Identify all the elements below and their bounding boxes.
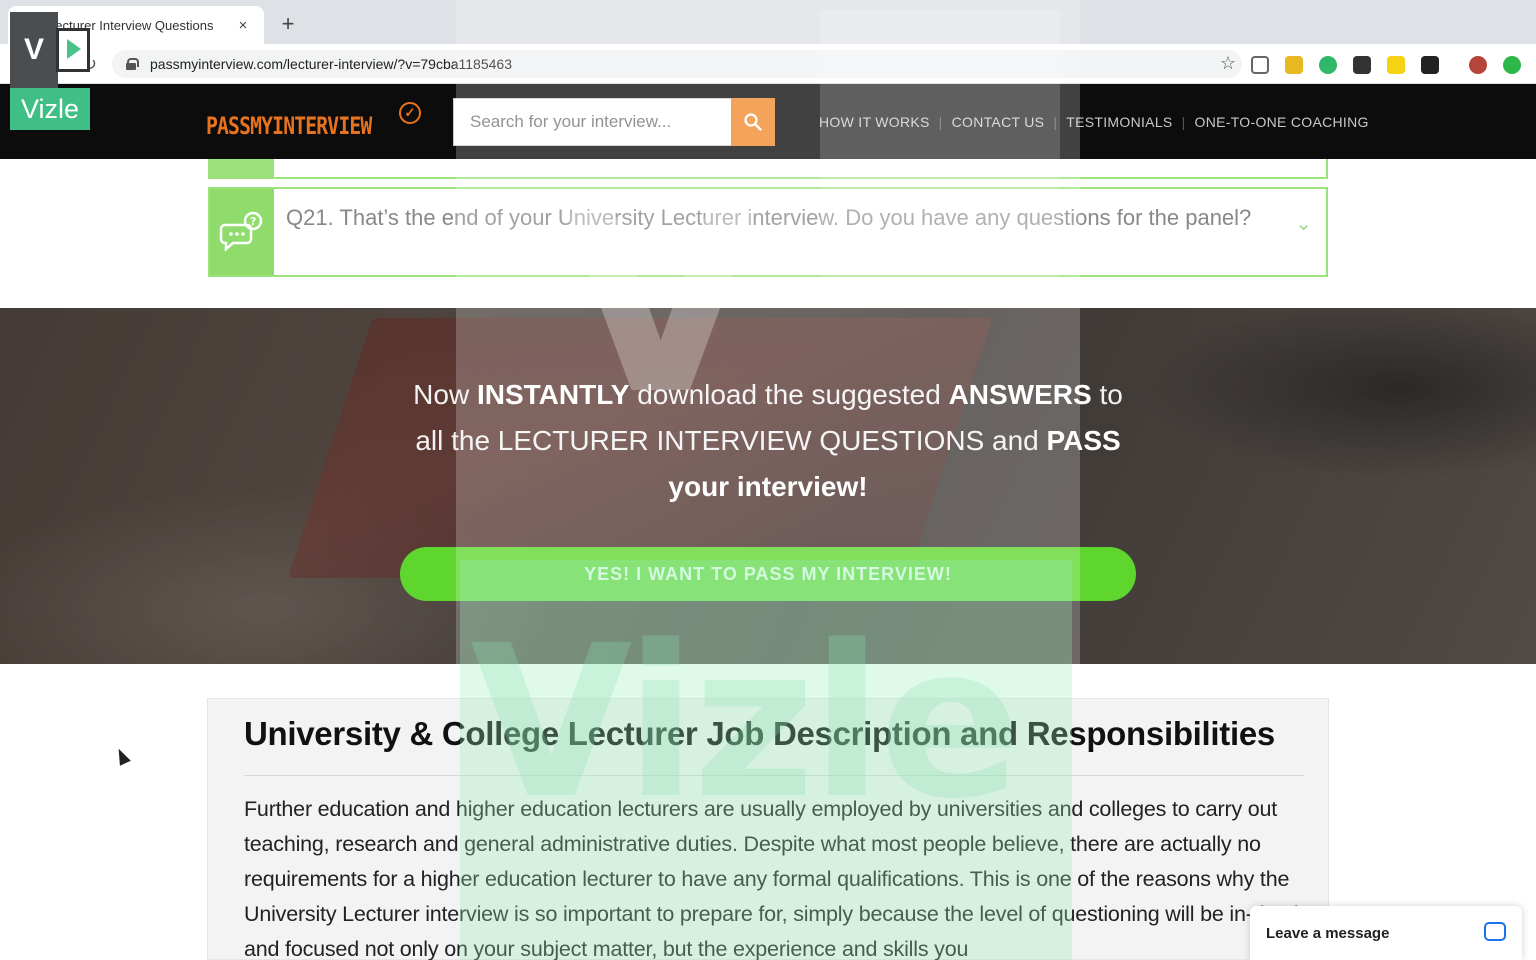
browser-address-bar: ↻ passmyinterview.com/lecturer-interview…	[0, 44, 1536, 84]
svg-text:?: ?	[250, 215, 256, 228]
vizle-badge-letter: V	[10, 12, 58, 90]
interview-search-input[interactable]	[453, 98, 733, 146]
nav-how-it-works[interactable]: HOW IT WORKS	[810, 114, 939, 130]
camera-extension-icon[interactable]	[1251, 56, 1269, 74]
mouse-cursor-icon	[113, 746, 131, 766]
bookmark-star-icon[interactable]: ☆	[1220, 53, 1236, 74]
browser-tab-bar: Lecturer Interview Questions × +	[0, 0, 1536, 44]
leave-message-widget[interactable]: Leave a message	[1250, 906, 1522, 960]
tab-close-icon[interactable]: ×	[234, 17, 252, 34]
vizle-badge-text: Vizle	[10, 88, 90, 130]
search-icon	[744, 113, 762, 131]
faq-icon-box: ?	[210, 189, 274, 275]
mail-extension-icon[interactable]	[1353, 56, 1371, 74]
power-extension-icon[interactable]	[1503, 56, 1521, 74]
hero-text-part: Now	[413, 379, 477, 410]
pass-interview-button[interactable]: YES! I WANT TO PASS MY INTERVIEW!	[400, 547, 1136, 601]
play-icon	[56, 28, 90, 72]
section-body: Further education and higher education l…	[244, 797, 1306, 960]
logo-check-icon: ✓	[399, 102, 421, 124]
divider	[244, 775, 1304, 776]
section-title: University & College Lecturer Job Descri…	[244, 715, 1275, 752]
faq-icon-box	[208, 159, 274, 177]
faq-question-text: Q21. That’s the end of your University L…	[286, 205, 1252, 230]
hero-text-bold: PASS	[1046, 425, 1121, 456]
vizle-logo-badge: V Vizle	[8, 8, 92, 130]
faq-item-q21[interactable]: ? Q21. That’s the end of your University…	[208, 187, 1328, 277]
site-header: PASSMYINTERVIEW ✓ HOW IT WORKS | CONTACT…	[0, 84, 1536, 159]
job-description-section: University & College Lecturer Job Descri…	[207, 698, 1329, 960]
grammarly-extension-icon[interactable]	[1319, 56, 1337, 74]
nav-one-to-one-coaching[interactable]: ONE-TO-ONE COACHING	[1186, 114, 1378, 130]
calculator-extension-icon[interactable]	[1421, 56, 1439, 74]
chat-label: Leave a message	[1266, 925, 1390, 942]
nav-testimonials[interactable]: TESTIMONIALS	[1057, 114, 1181, 130]
chat-bubble-icon	[1484, 922, 1506, 941]
site-logo[interactable]: PASSMYINTERVIEW	[206, 112, 372, 140]
lock-icon[interactable]	[126, 58, 139, 70]
hero-text-bold: ANSWERS	[948, 379, 1092, 410]
chevron-down-icon[interactable]: ⌄	[1295, 211, 1312, 236]
url-text: passmyinterview.com/lecturer-interview/?…	[150, 56, 512, 72]
profile-avatar-icon[interactable]	[1469, 56, 1487, 74]
checklist-extension-icon[interactable]	[1387, 56, 1405, 74]
hero-text-bold: your interview!	[668, 471, 868, 502]
hero-text-bold: INSTANTLY	[476, 379, 630, 410]
hero-headline: Now INSTANTLY download the suggested ANS…	[400, 372, 1136, 510]
hero-text-part: download the suggested	[629, 379, 949, 410]
lock-extension-icon[interactable]	[1285, 56, 1303, 74]
faq-item-previous[interactable]	[208, 159, 1328, 179]
url-bar[interactable]: passmyinterview.com/lecturer-interview/?…	[112, 50, 1242, 78]
new-tab-button[interactable]: +	[276, 12, 300, 36]
nav-contact-us[interactable]: CONTACT US	[943, 114, 1054, 130]
chat-question-icon: ?	[219, 211, 263, 252]
search-button[interactable]	[731, 98, 775, 146]
main-nav: HOW IT WORKS | CONTACT US | TESTIMONIALS…	[810, 114, 1378, 130]
hero-cta-section: Now INSTANTLY download the suggested ANS…	[0, 308, 1536, 664]
